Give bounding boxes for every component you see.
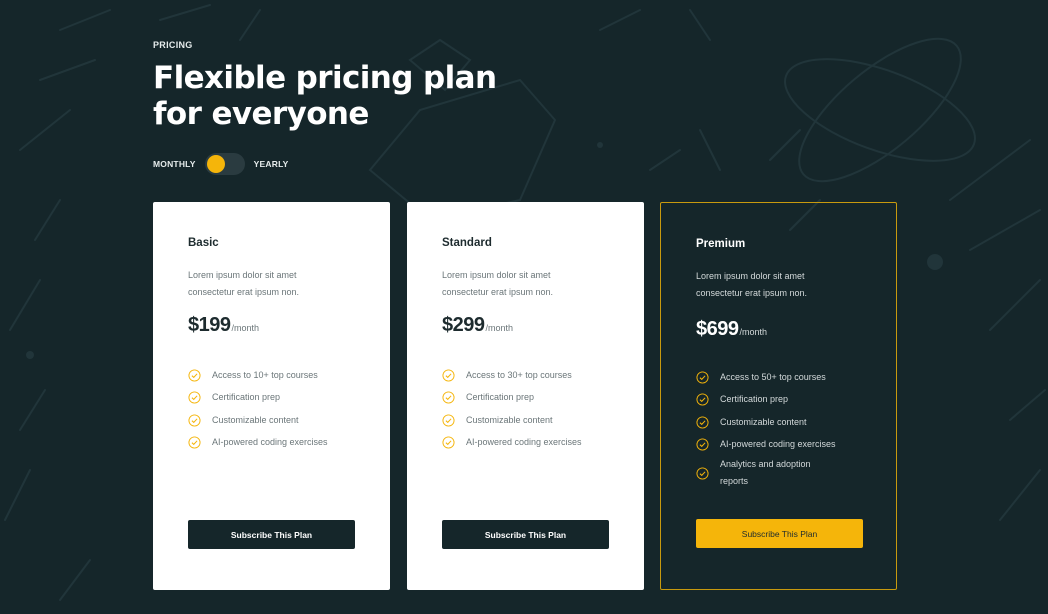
feature-item: Access to 30+ top courses bbox=[442, 364, 622, 387]
check-circle-icon bbox=[442, 391, 455, 404]
billing-toggle-row: MONTHLY YEARLY bbox=[153, 153, 289, 175]
yearly-label[interactable]: YEARLY bbox=[254, 159, 289, 169]
plan-price: $699 /month bbox=[696, 318, 767, 341]
plan-name: Basic bbox=[188, 237, 219, 249]
check-circle-icon bbox=[442, 414, 455, 427]
page-title-line-1: Flexible pricing plan bbox=[153, 60, 497, 96]
feature-list: Access to 30+ top courses Certification … bbox=[442, 364, 622, 454]
feature-text: Customizable content bbox=[720, 416, 807, 427]
feature-item: Customizable content bbox=[696, 411, 876, 434]
check-circle-icon bbox=[696, 371, 709, 384]
feature-text: Customizable content bbox=[212, 414, 299, 425]
feature-text: Certification prep bbox=[720, 394, 789, 405]
plan-description-line: Lorem ipsum dolor sit amet bbox=[696, 271, 805, 281]
plan-description: Lorem ipsum dolor sit amet consectetur e… bbox=[188, 267, 358, 301]
price-amount: $199 bbox=[188, 314, 231, 336]
plan-description-line: consectetur erat ipsum non. bbox=[442, 287, 554, 297]
plan-name: Premium bbox=[696, 238, 746, 250]
feature-item: Certification prep bbox=[442, 387, 622, 410]
feature-text: Access to 30+ top courses bbox=[466, 369, 572, 380]
feature-item: Access to 10+ top courses bbox=[188, 364, 368, 387]
monthly-label[interactable]: MONTHLY bbox=[153, 159, 196, 169]
page-title-line-2: for everyone bbox=[153, 96, 369, 132]
feature-item: AI-powered coding exercises bbox=[188, 432, 368, 455]
plan-price: $199 /month bbox=[188, 314, 259, 337]
plan-card-premium: Premium Lorem ipsum dolor sit amet conse… bbox=[660, 202, 897, 590]
feature-item: AI-powered coding exercises bbox=[696, 434, 876, 457]
feature-item: Access to 50+ top courses bbox=[696, 366, 876, 389]
price-period: /month bbox=[739, 327, 768, 337]
plan-description-line: consectetur erat ipsum non. bbox=[696, 288, 808, 298]
feature-item: Analytics and adoption reports bbox=[696, 456, 876, 490]
price-amount: $299 bbox=[442, 314, 485, 336]
feature-item: Certification prep bbox=[696, 389, 876, 412]
feature-item: AI-powered coding exercises bbox=[442, 432, 622, 455]
plan-name: Standard bbox=[442, 237, 492, 249]
check-circle-icon bbox=[188, 369, 201, 382]
check-circle-icon bbox=[188, 436, 201, 449]
page-title: Flexible pricing plan for everyone bbox=[153, 60, 513, 132]
subscribe-button-standard[interactable]: Subscribe This Plan bbox=[442, 520, 609, 549]
feature-text: Certification prep bbox=[466, 392, 535, 403]
check-circle-icon bbox=[696, 438, 709, 451]
feature-list: Access to 50+ top courses Certification … bbox=[696, 366, 876, 490]
feature-text: AI-powered coding exercises bbox=[466, 437, 582, 448]
check-circle-icon bbox=[188, 414, 201, 427]
toggle-knob bbox=[206, 155, 225, 173]
feature-text: Certification prep bbox=[212, 392, 281, 403]
feature-text: Analytics and adoption reports bbox=[720, 459, 811, 486]
feature-text: Access to 10+ top courses bbox=[212, 369, 318, 380]
check-circle-icon bbox=[696, 393, 709, 406]
check-circle-icon bbox=[442, 436, 455, 449]
price-period: /month bbox=[231, 323, 260, 333]
feature-item: Certification prep bbox=[188, 387, 368, 410]
feature-list: Access to 10+ top courses Certification … bbox=[188, 364, 368, 454]
billing-period-toggle[interactable] bbox=[204, 153, 245, 175]
check-circle-icon bbox=[696, 416, 709, 429]
feature-text: AI-powered coding exercises bbox=[720, 439, 836, 450]
feature-item: Customizable content bbox=[188, 409, 368, 432]
feature-text: AI-powered coding exercises bbox=[212, 437, 328, 448]
plan-description-line: Lorem ipsum dolor sit amet bbox=[188, 270, 297, 280]
check-circle-icon bbox=[696, 466, 709, 480]
plan-description-line: consectetur erat ipsum non. bbox=[188, 287, 300, 297]
pricing-section: PRICING Flexible pricing plan for everyo… bbox=[153, 0, 898, 614]
section-eyebrow: PRICING bbox=[153, 40, 193, 50]
plan-card-basic: Basic Lorem ipsum dolor sit amet consect… bbox=[153, 202, 390, 590]
feature-text: Customizable content bbox=[466, 414, 553, 425]
feature-item: Customizable content bbox=[442, 409, 622, 432]
plan-description: Lorem ipsum dolor sit amet consectetur e… bbox=[696, 268, 866, 302]
price-amount: $699 bbox=[696, 318, 739, 340]
check-circle-icon bbox=[188, 391, 201, 404]
plan-description: Lorem ipsum dolor sit amet consectetur e… bbox=[442, 267, 612, 301]
price-period: /month bbox=[485, 323, 514, 333]
subscribe-button-basic[interactable]: Subscribe This Plan bbox=[188, 520, 355, 549]
plan-card-standard: Standard Lorem ipsum dolor sit amet cons… bbox=[407, 202, 644, 590]
subscribe-button-premium[interactable]: Subscribe This Plan bbox=[696, 519, 863, 548]
check-circle-icon bbox=[442, 369, 455, 382]
feature-text: Access to 50+ top courses bbox=[720, 371, 826, 382]
plan-price: $299 /month bbox=[442, 314, 513, 337]
plan-description-line: Lorem ipsum dolor sit amet bbox=[442, 270, 551, 280]
